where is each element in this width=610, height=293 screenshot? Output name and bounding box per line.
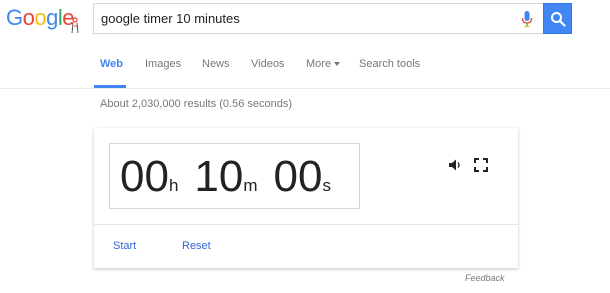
- feedback-link[interactable]: Feedback: [465, 273, 505, 283]
- header: Google google timer 10 minutes: [0, 0, 610, 43]
- timer-hours-unit: h: [168, 176, 179, 195]
- reset-button[interactable]: Reset: [182, 240, 211, 252]
- logo-letter-o1: o: [22, 5, 35, 30]
- tab-videos[interactable]: Videos: [251, 58, 284, 70]
- tab-images[interactable]: Images: [145, 58, 181, 70]
- search-icon: [551, 12, 566, 27]
- search-button[interactable]: [543, 3, 572, 34]
- timer-digits: 00h 10m 00s: [120, 149, 331, 205]
- search-tabs: Web Images News Videos More Search tools: [0, 43, 610, 89]
- results-stats: About 2,030,000 results (0.56 seconds): [100, 98, 293, 110]
- tab-web[interactable]: Web: [100, 58, 123, 70]
- microphone-icon[interactable]: [521, 10, 533, 28]
- google-logo[interactable]: Google: [6, 5, 82, 37]
- logo-letter-g: G: [6, 5, 23, 30]
- timer-seconds: 00: [273, 152, 323, 201]
- volume-icon[interactable]: [448, 158, 462, 172]
- fullscreen-icon[interactable]: [474, 158, 488, 172]
- start-button[interactable]: Start: [113, 240, 136, 252]
- logo-letter-o2: o: [34, 5, 47, 30]
- timer-hours: 00: [120, 152, 169, 201]
- active-tab-indicator: [94, 85, 126, 88]
- card-divider: [94, 224, 518, 225]
- tab-search-tools[interactable]: Search tools: [359, 58, 420, 70]
- search-input[interactable]: google timer 10 minutes: [93, 3, 543, 34]
- doodle-figure-icon: [71, 17, 79, 34]
- logo-letter-g2: g: [46, 5, 58, 30]
- tab-more-label: More: [306, 58, 332, 70]
- tab-news[interactable]: News: [202, 58, 230, 70]
- chevron-down-icon: [334, 62, 341, 67]
- timer-seconds-unit: s: [322, 176, 332, 195]
- timer-minutes-unit: m: [243, 176, 258, 195]
- timer-card: 00h 10m 00s Start Reset: [94, 128, 518, 268]
- timer-display[interactable]: 00h 10m 00s: [109, 143, 360, 209]
- search-query-text: google timer 10 minutes: [101, 11, 240, 26]
- tab-more[interactable]: More: [306, 58, 341, 70]
- timer-minutes: 10: [194, 152, 244, 201]
